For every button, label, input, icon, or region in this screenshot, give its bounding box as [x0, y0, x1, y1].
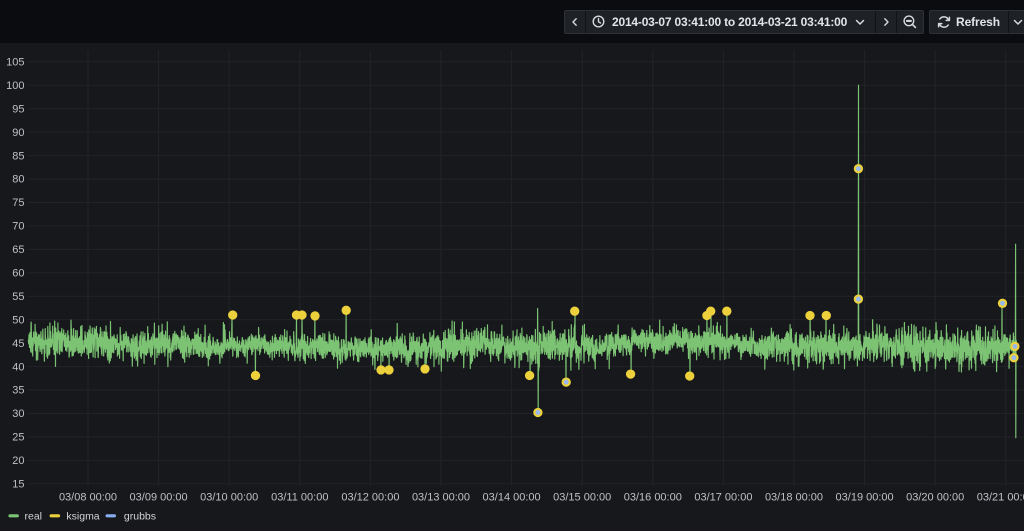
svg-text:03/15 00:00: 03/15 00:00 [553, 492, 611, 504]
svg-text:grubbs: grubbs [124, 511, 156, 523]
svg-text:03/14 00:00: 03/14 00:00 [483, 492, 541, 504]
svg-text:03/16 00:00: 03/16 00:00 [624, 492, 682, 504]
svg-text:40: 40 [12, 361, 24, 373]
svg-text:25: 25 [12, 432, 24, 444]
svg-text:03/13 00:00: 03/13 00:00 [412, 492, 470, 504]
svg-text:105: 105 [6, 57, 24, 69]
svg-text:03/10 00:00: 03/10 00:00 [200, 492, 258, 504]
svg-text:55: 55 [12, 291, 24, 303]
svg-text:45: 45 [12, 338, 24, 350]
svg-text:03/11 00:00: 03/11 00:00 [271, 492, 328, 504]
svg-text:real: real [25, 511, 43, 523]
svg-text:03/08 00:00: 03/08 00:00 [59, 492, 117, 504]
svg-text:70: 70 [12, 221, 24, 233]
svg-text:15: 15 [12, 479, 24, 491]
svg-text:03/21 00:00: 03/21 00:00 [977, 492, 1024, 504]
svg-text:35: 35 [12, 385, 24, 397]
svg-text:03/20 00:00: 03/20 00:00 [906, 492, 964, 504]
svg-text:90: 90 [12, 127, 24, 139]
svg-text:80: 80 [12, 174, 24, 186]
svg-text:100: 100 [6, 80, 24, 92]
svg-text:30: 30 [12, 408, 24, 420]
svg-text:ksigma: ksigma [66, 511, 99, 523]
svg-text:50: 50 [12, 314, 24, 326]
svg-text:03/09 00:00: 03/09 00:00 [130, 492, 188, 504]
svg-text:03/17 00:00: 03/17 00:00 [694, 492, 752, 504]
svg-text:60: 60 [12, 268, 24, 280]
svg-text:03/18 00:00: 03/18 00:00 [765, 492, 823, 504]
svg-text:20: 20 [12, 455, 24, 467]
svg-text:03/19 00:00: 03/19 00:00 [836, 492, 894, 504]
svg-text:03/12 00:00: 03/12 00:00 [341, 492, 399, 504]
svg-text:95: 95 [12, 103, 24, 115]
svg-text:75: 75 [12, 197, 24, 209]
svg-text:85: 85 [12, 150, 24, 162]
svg-text:65: 65 [12, 244, 24, 256]
